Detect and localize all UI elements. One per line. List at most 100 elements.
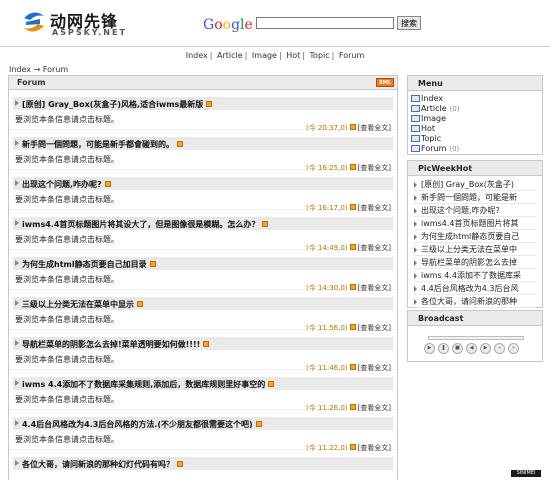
picweekhot-item[interactable]: 出现这个问题,咋办呢?	[414, 204, 536, 217]
picweekhot-item[interactable]: 三级以上分类无法在菜单中	[414, 243, 536, 256]
picweekhot-item[interactable]: 4.4后台风格改为4.3后台风	[414, 282, 536, 295]
arrow-bullet-icon	[15, 300, 19, 306]
post-title-link[interactable]: 各位大哥，请问新浪的那种幻灯代码有吗？	[22, 459, 183, 470]
post-title-bar: 新手問一個問題，可能是新手都會碰到的。	[13, 137, 393, 150]
picweekhot-item[interactable]: 导航栏菜单的阴影怎么去掉	[414, 256, 536, 269]
picweekhot-title: PicWeekHot	[408, 161, 542, 176]
post-summary: 要浏览本条信息请点击标题。	[15, 315, 119, 324]
play-icon[interactable]: ▶	[424, 343, 435, 354]
arrow-bullet-icon	[15, 100, 19, 106]
post-title-link[interactable]: iwms 4.4添加不了数据库采集规则,添加后，数据库规则里好事空的	[22, 379, 275, 390]
previous-icon[interactable]: ◀	[466, 343, 477, 354]
forum-post: iwms4.4首页标题图片将其设大了，但是图像很是模糊。怎么办？ 要浏览本条信息请…	[9, 210, 397, 252]
menu-item-label[interactable]: Article	[421, 104, 447, 113]
top-navigation: Index | Article | Image | Hot | Topic | Forum	[185, 51, 365, 60]
forum-post: 各位大哥，请问新浪的那种幻灯代码有吗？	[9, 450, 397, 480]
menu-item-index[interactable]: Index	[411, 94, 542, 104]
picweekhot-item[interactable]: [原创] Gray_Box(灰盒子)	[414, 178, 536, 191]
nav-article[interactable]: Article	[217, 51, 243, 60]
forum-post: 新手問一個問題，可能是新手都會碰到的。 要浏览本条信息请点击标题。 (今 16:25…	[9, 130, 397, 172]
post-title-link[interactable]: 出现这个问题,咋办呢?	[22, 179, 111, 190]
rss-icon[interactable]	[206, 101, 213, 107]
post-title-link[interactable]: 导航栏菜单的阴影怎么去掉!菜单透明要如何做!!!!	[22, 339, 210, 350]
breadcrumb-home[interactable]: Index	[9, 65, 31, 74]
rss-icon[interactable]	[177, 141, 183, 147]
menu-item-label[interactable]: Hot	[421, 124, 435, 133]
nav-index[interactable]: Index	[186, 51, 208, 60]
menu-item-label[interactable]: Image	[421, 114, 446, 123]
rss-icon[interactable]	[149, 261, 156, 267]
search-button[interactable]: 搜索	[397, 16, 421, 30]
arrow-bullet-icon	[15, 340, 19, 346]
rss-icon[interactable]	[268, 381, 275, 387]
nav-image[interactable]: Image	[252, 51, 277, 60]
arrow-bullet-icon	[15, 180, 19, 186]
picweekhot-item[interactable]: iwms 4.4添加不了数据库采	[414, 269, 536, 282]
forum-panel-header: Forum XML	[9, 76, 397, 90]
rss-icon[interactable]	[255, 421, 262, 427]
nav-topic[interactable]: Topic	[310, 51, 330, 60]
folder-icon	[411, 115, 420, 122]
menu-item-label[interactable]: Index	[421, 94, 443, 103]
rss-icon[interactable]	[104, 181, 111, 187]
menu-item-forum[interactable]: Forum (0)	[411, 144, 542, 154]
post-summary: 要浏览本条信息请点击标题。	[15, 275, 119, 284]
broadcast-title: Broadcast	[408, 311, 542, 326]
post-title-text[interactable]: 出现这个问题,咋办呢?	[22, 180, 102, 189]
post-title-text[interactable]: 三级以上分类无法在菜单中显示	[22, 300, 134, 309]
picweekhot-item[interactable]: iwms4.4首页标题图片将其	[414, 217, 536, 230]
pause-icon[interactable]: ❚	[438, 343, 449, 354]
rss-icon[interactable]	[137, 301, 143, 307]
post-title-link[interactable]: iwms4.4首页标题图片将其设大了，但是图像很是模糊。怎么办？	[22, 219, 269, 230]
post-title-text[interactable]: 各位大哥，请问新浪的那种幻灯代码有吗？	[22, 460, 174, 469]
post-summary: 要浏览本条信息请点击标题。	[15, 395, 119, 404]
post-title-text[interactable]: [原创] Gray_Box(灰盒子)风格,适合iwms最新版	[22, 100, 203, 109]
post-title-text[interactable]: iwms4.4首页标题图片将其设大了，但是图像很是模糊。怎么办？	[22, 220, 259, 229]
menu-title: Menu	[408, 76, 542, 91]
seek-bar[interactable]	[428, 336, 524, 340]
picweekhot-item[interactable]: 各位大哥，请问新浪的那种	[414, 295, 536, 308]
post-title-bar: 导航栏菜单的阴影怎么去掉!菜单透明要如何做!!!!	[13, 337, 393, 350]
menu-item-topic[interactable]: Topic	[411, 134, 542, 144]
menu-item-label[interactable]: Topic	[421, 134, 441, 143]
menu-item-count: (0)	[449, 105, 460, 113]
search-input[interactable]	[256, 17, 394, 29]
next-icon[interactable]: ▶	[480, 343, 491, 354]
rss-icon[interactable]	[203, 341, 210, 347]
media-player: ▶ ❚ ■ ◀ ▶ « »	[422, 335, 530, 357]
post-title-link[interactable]: 三级以上分类无法在菜单中显示	[22, 299, 143, 310]
post-title-link[interactable]: 为何生成html静态页要自己加目录	[22, 259, 156, 270]
xml-feed-button[interactable]: XML	[376, 78, 394, 87]
post-title-text[interactable]: 新手問一個問題，可能是新手都會碰到的。	[22, 140, 174, 149]
breadcrumb-current[interactable]: Forum	[43, 65, 68, 74]
post-title-text[interactable]: 为何生成html静态页要自己加目录	[22, 260, 147, 269]
folder-icon	[411, 95, 420, 102]
arrow-bullet-icon	[15, 220, 19, 226]
google-logo: Google	[203, 17, 253, 33]
post-title-link[interactable]: [原创] Gray_Box(灰盒子)风格,适合iwms最新版	[22, 99, 213, 110]
site-logo[interactable]: 动网先锋 ASPSKY.NET	[20, 6, 150, 38]
menu-item-hot[interactable]: Hot	[411, 124, 542, 134]
post-title-text[interactable]: iwms 4.4添加不了数据库采集规则,添加后，数据库规则里好事空的	[22, 380, 265, 389]
picweekhot-item[interactable]: 新手問一個問題，可能是新	[414, 191, 536, 204]
stop-icon[interactable]: ■	[452, 343, 463, 354]
menu-item-image[interactable]: Image	[411, 114, 542, 124]
fast-forward-icon[interactable]: »	[508, 343, 519, 354]
logo-english-text: ASPSKY.NET	[52, 28, 127, 37]
rss-icon[interactable]	[262, 221, 269, 227]
menu-item-label[interactable]: Forum	[421, 144, 446, 153]
post-summary: 要浏览本条信息请点击标题。	[15, 115, 119, 124]
menu-item-article[interactable]: Article (0)	[411, 104, 542, 114]
rss-icon[interactable]	[177, 461, 183, 467]
menu-list: Index Article (0) Image Hot Topic Forum (0)	[408, 91, 542, 154]
nav-forum[interactable]: Forum	[339, 51, 364, 60]
post-summary: 要浏览本条信息请点击标题。	[15, 155, 119, 164]
broadcast-panel: Broadcast ▶ ❚ ■ ◀ ▶ « »	[407, 310, 543, 362]
rewind-icon[interactable]: «	[494, 343, 505, 354]
post-title-link[interactable]: 4.4后台风格改为4.3后台风格的方法.(不少朋友都很需要这个吧)	[22, 419, 262, 430]
picweekhot-item[interactable]: 为何生成html静态页要自己	[414, 230, 536, 243]
post-title-link[interactable]: 新手問一個問題，可能是新手都會碰到的。	[22, 139, 183, 150]
nav-hot[interactable]: Hot	[286, 51, 300, 60]
post-title-text[interactable]: 导航栏菜单的阴影怎么去掉!菜单透明要如何做!!!!	[22, 340, 200, 349]
post-title-text[interactable]: 4.4后台风格改为4.3后台风格的方法.(不少朋友都很需要这个吧)	[22, 420, 253, 429]
